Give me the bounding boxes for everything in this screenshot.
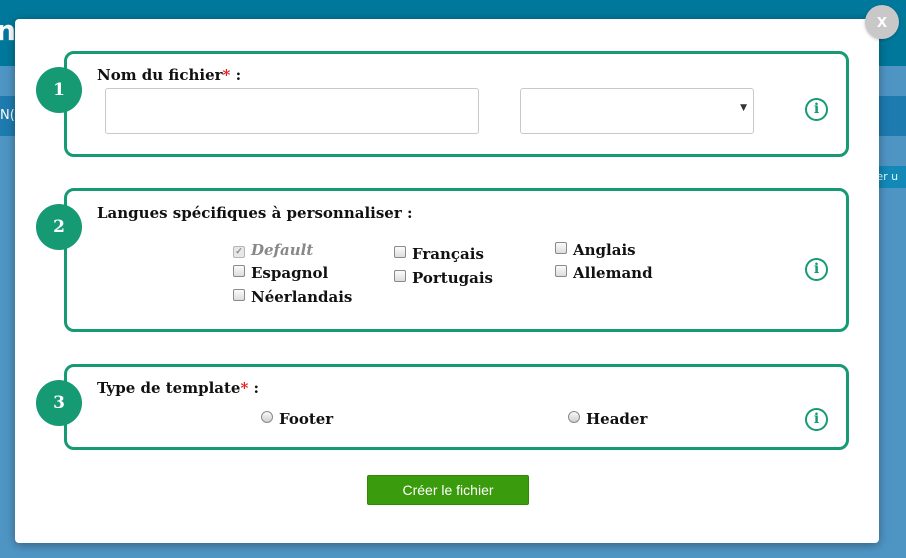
create-file-dialog: Nom du fichier* : ▼ i 1 Langues spécifiq… — [15, 19, 879, 543]
template-option-footer[interactable]: Footer — [261, 410, 333, 428]
checkbox-checked-icon: ✓ — [233, 246, 245, 258]
language-option-neerlandais[interactable]: Néerlandais — [233, 288, 352, 306]
step-badge-3: 3 — [36, 380, 82, 426]
language-option-portugais[interactable]: Portugais — [394, 269, 493, 287]
template-type-title: Type de template* : — [97, 379, 260, 397]
file-name-title: Nom du fichier* : — [97, 66, 242, 84]
info-icon[interactable]: i — [805, 258, 828, 281]
radio-icon[interactable] — [568, 411, 580, 423]
info-icon[interactable]: i — [805, 408, 828, 431]
language-option-francais[interactable]: Français — [394, 245, 484, 263]
close-icon[interactable]: x — [865, 5, 899, 39]
language-option-anglais[interactable]: Anglais — [555, 241, 636, 259]
checkbox-icon[interactable] — [394, 270, 406, 282]
step-badge-2: 2 — [36, 204, 82, 250]
chevron-down-icon: ▼ — [740, 103, 747, 113]
create-file-button[interactable]: Créer le fichier — [367, 475, 529, 505]
template-option-header[interactable]: Header — [568, 410, 647, 428]
section-languages: Langues spécifiques à personnaliser : ✓ D… — [64, 188, 849, 332]
app-title-fragment: n — [0, 14, 16, 47]
language-option-default: ✓ Default — [233, 241, 313, 259]
file-name-input[interactable] — [105, 88, 479, 134]
checkbox-icon[interactable] — [233, 289, 245, 301]
radio-icon[interactable] — [261, 411, 273, 423]
checkbox-icon[interactable] — [233, 265, 245, 277]
checkbox-icon[interactable] — [555, 265, 567, 277]
step-badge-1: 1 — [36, 67, 82, 113]
file-extension-select[interactable]: ▼ — [520, 88, 754, 134]
app-toolbar-fragment: N( — [0, 108, 15, 123]
checkbox-icon[interactable] — [555, 242, 567, 254]
languages-title: Langues spécifiques à personnaliser : — [97, 204, 413, 222]
language-option-allemand[interactable]: Allemand — [555, 264, 653, 282]
section-file-name: Nom du fichier* : ▼ i — [64, 51, 849, 157]
section-template-type: Type de template* : Footer Header i — [64, 364, 849, 450]
language-option-espagnol[interactable]: Espagnol — [233, 264, 328, 282]
info-icon[interactable]: i — [805, 98, 828, 121]
checkbox-icon[interactable] — [394, 246, 406, 258]
